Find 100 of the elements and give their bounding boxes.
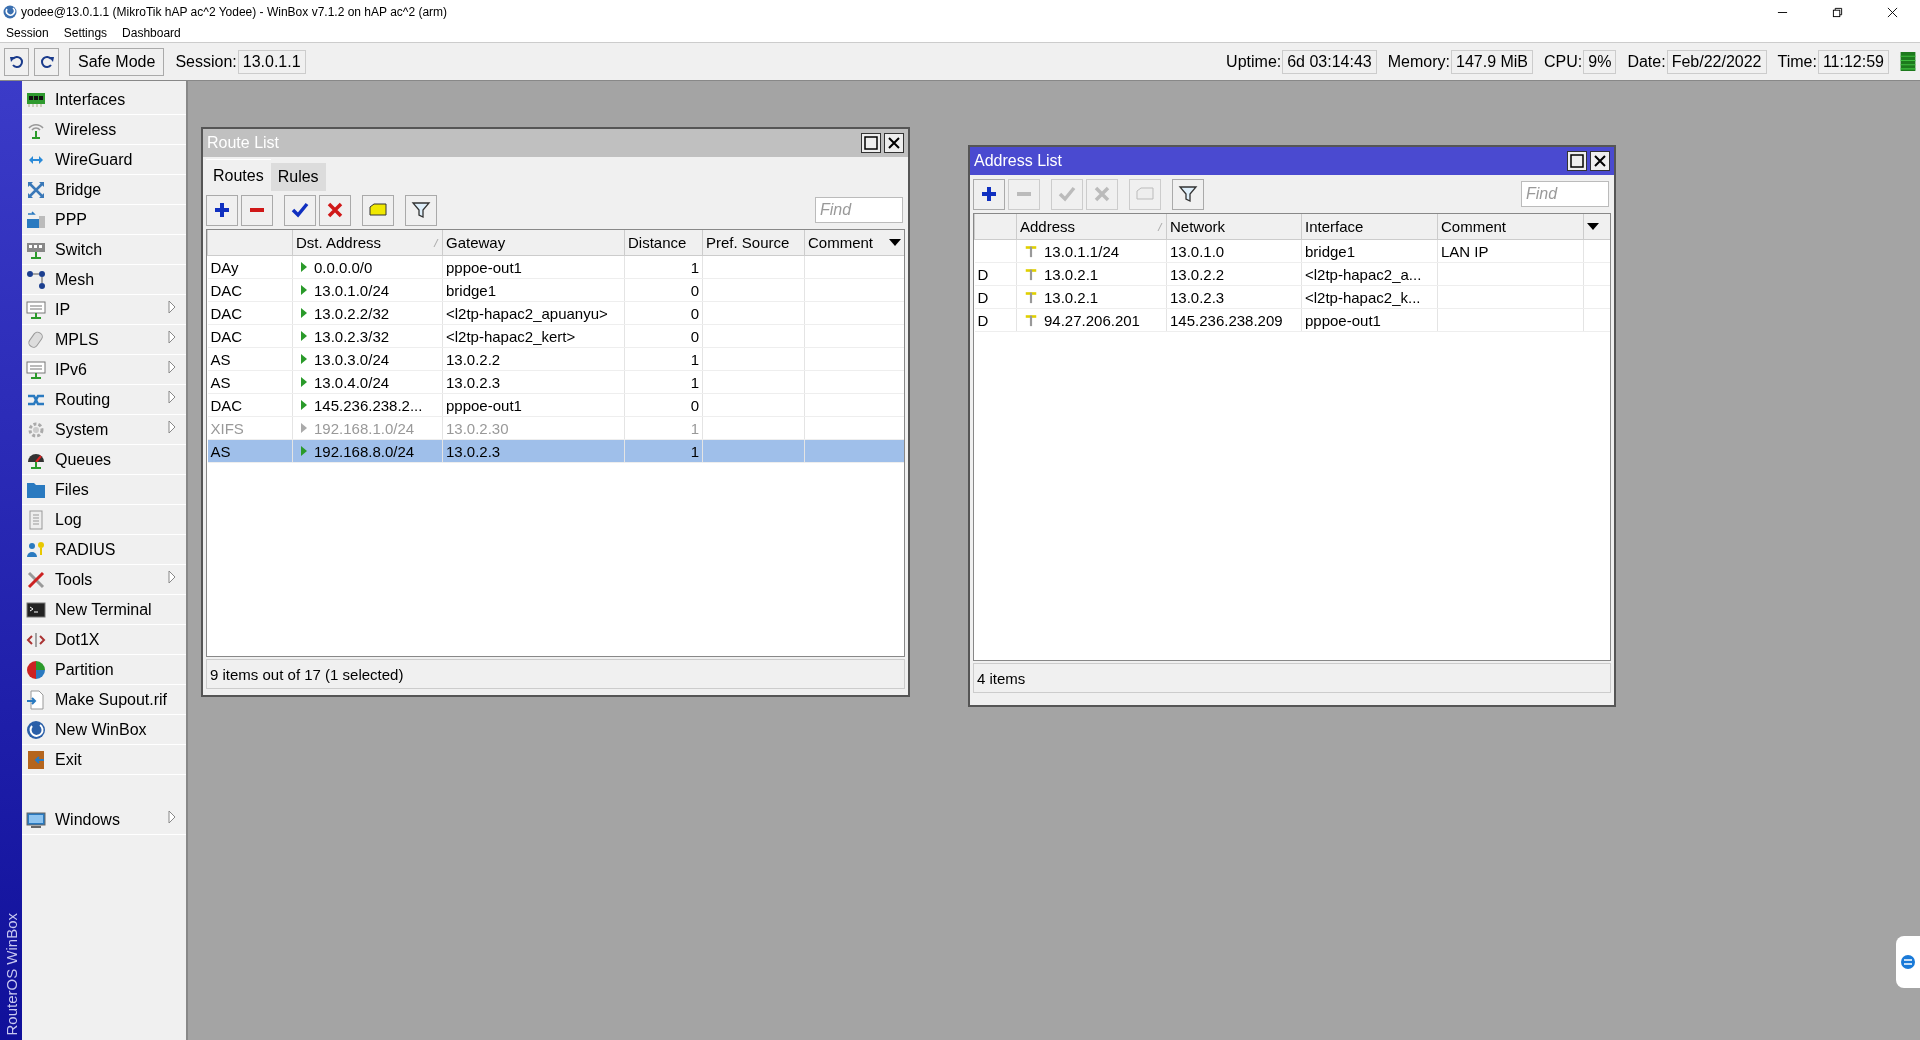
status-label: Memory: <box>1387 52 1450 71</box>
table-row[interactable]: AS 13.0.4.0/24 13.0.2.3 1 <box>207 370 904 394</box>
sidebar-item[interactable]: Exit <box>22 745 186 775</box>
column-header[interactable]: Interface <box>1301 214 1438 240</box>
sidebar-item[interactable]: Bridge <box>22 175 186 205</box>
menu-item[interactable]: Settings <box>63 26 108 40</box>
status-value: 9% <box>1583 49 1617 74</box>
table-cell: LAN IP <box>1441 242 1489 260</box>
dropdown-arrow-icon[interactable] <box>889 238 901 247</box>
undo-button[interactable] <box>4 47 29 76</box>
enable-button[interactable] <box>284 194 316 226</box>
status-value: Feb/22/2022 <box>1666 49 1767 74</box>
sidebar-item[interactable]: Interfaces <box>22 85 186 115</box>
session-value: 13.0.1.1 <box>237 49 306 74</box>
close-icon[interactable] <box>1590 151 1610 171</box>
column-header[interactable]: Dst. Address <box>292 230 443 256</box>
table-cell: bridge1 <box>1305 242 1356 260</box>
find-field[interactable]: Find <box>1521 181 1609 207</box>
table-row[interactable]: AS 13.0.3.0/24 13.0.2.2 1 <box>207 347 904 371</box>
sidebar-item[interactable]: PPP <box>22 205 186 235</box>
sidebar-item[interactable]: Routing <box>22 385 186 415</box>
remove-icon <box>1016 192 1032 196</box>
table-row[interactable]: DAC 13.0.2.2/32 <l2tp-hapac2_apuanyu> 0 <box>207 301 904 325</box>
menu-item[interactable]: Session <box>6 26 49 40</box>
remove-button[interactable] <box>241 194 273 226</box>
table-cell: DAy <box>210 258 239 276</box>
redo-button[interactable] <box>34 47 59 76</box>
sidebar-item[interactable]: MPLS <box>22 325 186 355</box>
table-cell: AS <box>210 442 231 460</box>
disable-button[interactable] <box>319 194 351 226</box>
restore-icon[interactable] <box>1832 6 1843 18</box>
table-cell: 145.236.238.2... <box>314 396 423 414</box>
pie-chart-icon <box>26 659 46 680</box>
document-icon <box>26 509 46 530</box>
column-header[interactable]: Gateway <box>442 230 625 256</box>
sidebar-item[interactable]: IPv6 <box>22 355 186 385</box>
column-header[interactable]: Network <box>1166 214 1302 240</box>
status-label: Date: <box>1627 52 1666 71</box>
table-cell: 13.0.2.2 <box>1170 265 1225 283</box>
redo-icon <box>38 53 55 70</box>
sidebar-item[interactable]: Dot1X <box>22 625 186 655</box>
table-cell: 0 <box>690 304 699 322</box>
column-header[interactable]: Comment <box>1437 214 1584 240</box>
activity-meter-icon <box>1900 52 1916 71</box>
maximize-icon[interactable] <box>1567 151 1587 171</box>
sidebar-item[interactable]: New WinBox <box>22 715 186 745</box>
table-row[interactable]: DAC 145.236.238.2... pppoe-out1 0 <box>207 393 904 417</box>
sidebar-item[interactable]: RADIUS <box>22 535 186 565</box>
filter-icon <box>411 200 431 220</box>
sidebar-item[interactable]: Log <box>22 505 186 535</box>
side-tab[interactable] <box>1896 936 1920 988</box>
table-row[interactable]: DAy 0.0.0.0/0 pppoe-out1 1 <box>207 255 904 279</box>
tools-icon <box>26 569 46 590</box>
table-cell: 13.0.2.1 <box>1044 265 1099 283</box>
tab[interactable]: Rules <box>270 163 326 191</box>
column-header[interactable]: Pref. Source <box>702 230 805 256</box>
close-icon[interactable] <box>884 133 904 153</box>
safe-mode-button[interactable]: Safe Mode <box>69 47 165 76</box>
table-cell: 1 <box>690 419 699 437</box>
sidebar-item[interactable]: Windows <box>22 805 186 835</box>
close-icon[interactable] <box>1887 6 1898 18</box>
filter-button[interactable] <box>405 194 437 226</box>
sidebar-item[interactable]: System <box>22 415 186 445</box>
sidebar-item[interactable]: Mesh <box>22 265 186 295</box>
sidebar-item[interactable]: Switch <box>22 235 186 265</box>
column-header[interactable]: Distance <box>624 230 703 256</box>
comment-button[interactable] <box>362 194 394 226</box>
sidebar-item[interactable]: New Terminal <box>22 595 186 625</box>
add-button[interactable] <box>973 178 1005 210</box>
find-field[interactable]: Find <box>815 197 903 223</box>
user-key-icon <box>26 539 46 560</box>
table-row[interactable]: AS 192.168.8.0/24 13.0.2.3 1 <box>207 439 904 463</box>
table-cell: <l2tp-hapac2_apuanyu> <box>446 304 608 322</box>
sidebar-item[interactable]: Wireless <box>22 115 186 145</box>
filter-button[interactable] <box>1172 178 1204 210</box>
sidebar-item[interactable]: IP <box>22 295 186 325</box>
sidebar-item[interactable]: Files <box>22 475 186 505</box>
table-cell: XIFS <box>210 419 244 437</box>
maximize-icon[interactable] <box>861 133 881 153</box>
remove-icon <box>249 208 265 212</box>
sidebar-item[interactable]: Queues <box>22 445 186 475</box>
dropdown-arrow-icon[interactable] <box>1587 222 1599 231</box>
status-label: CPU: <box>1544 52 1583 71</box>
file-arrow-icon <box>26 689 46 710</box>
add-button[interactable] <box>206 194 238 226</box>
table-cell: 192.168.1.0/24 <box>314 419 415 437</box>
table-cell: 192.168.8.0/24 <box>314 442 415 460</box>
table-row[interactable]: DAC 13.0.1.0/24 bridge1 0 <box>207 278 904 302</box>
sidebar-item[interactable]: Partition <box>22 655 186 685</box>
add-icon <box>979 184 999 204</box>
sidebar-item[interactable]: Make Supout.rif <box>22 685 186 715</box>
sidebar-item[interactable]: Tools <box>22 565 186 595</box>
sidebar-item[interactable]: WireGuard <box>22 145 186 175</box>
menu-item[interactable]: Dashboard <box>122 26 181 40</box>
column-header[interactable]: Address <box>1016 214 1167 240</box>
column-header[interactable]: Comment <box>804 230 904 256</box>
table-cell: 13.0.2.30 <box>446 419 509 437</box>
status-text: 9 items out of 17 (1 selected) <box>210 665 404 683</box>
submenu-arrow-icon <box>168 300 176 314</box>
table-row[interactable]: DAC 13.0.2.3/32 <l2tp-hapac2_kert> 0 <box>207 324 904 348</box>
